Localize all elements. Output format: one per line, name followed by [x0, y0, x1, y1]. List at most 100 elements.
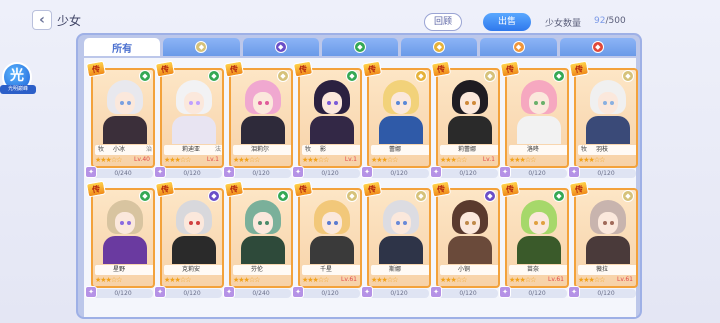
character-card[interactable]: 莉迪亚法 ★★★☆☆ Lv.1 传 ◆ 0/120 ✦: [154, 60, 224, 180]
element-icon: ◆: [415, 70, 427, 82]
character-outfit: [517, 116, 561, 144]
shard-progress-text: 0/120: [459, 290, 477, 297]
character-name: 千星: [320, 266, 333, 273]
element-icon: ◆: [208, 70, 220, 82]
star-rating: ★★★☆☆: [440, 156, 467, 164]
character-portrait: 牧 羽枝 ★★★☆☆: [574, 68, 638, 168]
character-card[interactable]: 千星 ★★★☆☆ Lv.61 传 ◆ 0/120 ✦: [292, 180, 362, 300]
character-card[interactable]: 牧小冰治 ★★★☆☆ Lv.40 传 ◆ 0/240 ✦: [85, 60, 155, 180]
character-card[interactable]: 牧影 ★★★☆☆ Lv.1 传 ◆ 0/120 ✦: [292, 60, 362, 180]
name-bar: 千星: [302, 265, 360, 275]
tab-all[interactable]: 所有: [84, 38, 161, 56]
name-bar: 星野: [95, 265, 153, 275]
name-bar: 牧 小冰 治: [95, 145, 153, 155]
character-name: 小冰: [113, 146, 126, 153]
character-outfit: [586, 236, 630, 264]
tab-dark-element[interactable]: ◆: [242, 38, 319, 56]
shard-progress-text: 0/120: [459, 170, 477, 177]
character-name: 洛咚: [527, 146, 540, 153]
character-eye: [258, 221, 262, 225]
sell-button[interactable]: 出售: [483, 13, 531, 31]
character-eye: [258, 101, 262, 105]
name-bar: 小铜: [440, 265, 498, 275]
element-icon: ◆: [553, 70, 565, 82]
character-eye: [120, 101, 124, 105]
tab-sun-element[interactable]: ◆: [480, 38, 557, 56]
character-card[interactable]: 克莉安 ★★★☆☆ 传 ◆ 0/120 ✦: [154, 180, 224, 300]
tab-light-element[interactable]: ◆: [401, 38, 478, 56]
character-card[interactable]: 莉蕾娜 ★★★☆☆ Lv.1 传 ◆ 0/120 ✦: [430, 60, 500, 180]
character-card[interactable]: 牧羽枝 ★★★☆☆ 传 ◆ 0/120 ✦: [568, 60, 638, 180]
character-outfit: [172, 116, 216, 144]
character-name: 克莉安: [182, 266, 201, 273]
character-card[interactable]: 芬伦 ★★★☆☆ 传 ◆ 0/240 ✦: [223, 180, 293, 300]
tab-wind-element[interactable]: ◆: [163, 38, 240, 56]
name-bar: 蕾娜: [371, 145, 429, 155]
character-level: Lv.40: [134, 156, 150, 163]
character-portrait: 苗奈 ★★★☆☆ Lv.61: [505, 188, 569, 288]
character-level: Lv.1: [206, 156, 219, 163]
character-card[interactable]: 薇拉 ★★★☆☆ Lv.61 传 ◆ 0/120 ✦: [568, 180, 638, 300]
character-portrait: 洛咚 ★★★☆☆: [505, 68, 569, 168]
review-button[interactable]: 回顾: [424, 13, 462, 31]
character-name: 斯娜: [389, 266, 402, 273]
character-outfit: [310, 116, 354, 144]
character-eye: [127, 101, 131, 105]
character-portrait: 牧 小冰 治 ★★★☆☆ Lv.40: [91, 68, 155, 168]
back-button[interactable]: ‹: [32, 10, 52, 30]
shard-icon: ✦: [223, 166, 235, 178]
shard-progress: 0/120: [576, 289, 636, 298]
star-rating: ★★★☆☆: [302, 276, 329, 284]
character-job: 牧: [305, 146, 312, 153]
character-outfit: [448, 236, 492, 264]
element-icon: ◆: [415, 190, 427, 202]
name-bar: 牧影: [302, 145, 360, 155]
wind-element-icon: ◆: [195, 41, 208, 53]
count-current: 92: [594, 16, 606, 26]
shard-progress: 0/120: [438, 169, 498, 178]
character-eye: [334, 221, 338, 225]
element-icon: ◆: [622, 70, 634, 82]
character-outfit: [448, 116, 492, 144]
character-card[interactable]: 洛咚 ★★★☆☆ 传 ◆ 0/120 ✦: [499, 60, 569, 180]
character-card[interactable]: 苗奈 ★★★☆☆ Lv.61 传 ◆ 0/120 ✦: [499, 180, 569, 300]
tab-leaf-element[interactable]: ◆: [321, 38, 399, 56]
character-card[interactable]: 斯娜 ★★★☆☆ 传 ◆ 0/120 ✦: [361, 180, 431, 300]
shard-progress: 0/120: [300, 169, 360, 178]
sun-element-icon: ◆: [512, 41, 525, 53]
character-eye: [334, 101, 338, 105]
character-card[interactable]: 星野 ★★★☆☆ 传 ◆ 0/120 ✦: [85, 180, 155, 300]
tab-fire-element[interactable]: ◆: [559, 38, 636, 56]
star-rating: ★★★☆☆: [440, 276, 467, 284]
star-rating: ★★★☆☆: [509, 156, 536, 164]
character-card[interactable]: 泪莉尔 ★★★☆☆ 传 ◆ 0/120 ✦: [223, 60, 293, 180]
character-portrait: 牧影 ★★★☆☆ Lv.1: [298, 68, 362, 168]
character-eye: [196, 101, 200, 105]
character-outfit: [517, 236, 561, 264]
element-icon: ◆: [139, 70, 151, 82]
character-outfit: [586, 116, 630, 144]
character-face: [598, 92, 618, 114]
dark-element-icon: ◆: [274, 41, 287, 53]
character-card[interactable]: 小铜 ★★★☆☆ 传 ◆ 0/120 ✦: [430, 180, 500, 300]
character-face: [322, 92, 342, 114]
shard-progress-text: 0/240: [114, 170, 132, 177]
character-outfit: [310, 236, 354, 264]
shard-icon: ✦: [361, 286, 373, 298]
shard-icon: ✦: [292, 286, 304, 298]
shard-progress-text: 0/120: [252, 170, 270, 177]
character-eye: [196, 221, 200, 225]
character-card[interactable]: 蕾娜 ★★★☆☆ 传 ◆ 0/120 ✦: [361, 60, 431, 180]
character-portrait: 斯娜 ★★★☆☆: [367, 188, 431, 288]
character-eye: [465, 101, 469, 105]
character-name: 莉迪亚: [182, 146, 201, 153]
character-eye: [127, 221, 131, 225]
side-glyph: 光: [10, 68, 24, 84]
name-bar: 克莉安: [164, 265, 222, 275]
element-icon: ◆: [346, 190, 358, 202]
shard-progress: 0/120: [162, 169, 222, 178]
shard-progress: 0/120: [507, 289, 567, 298]
star-rating: ★★★☆☆: [95, 276, 122, 284]
element-icon: ◆: [208, 190, 220, 202]
shard-progress: 0/120: [231, 169, 291, 178]
